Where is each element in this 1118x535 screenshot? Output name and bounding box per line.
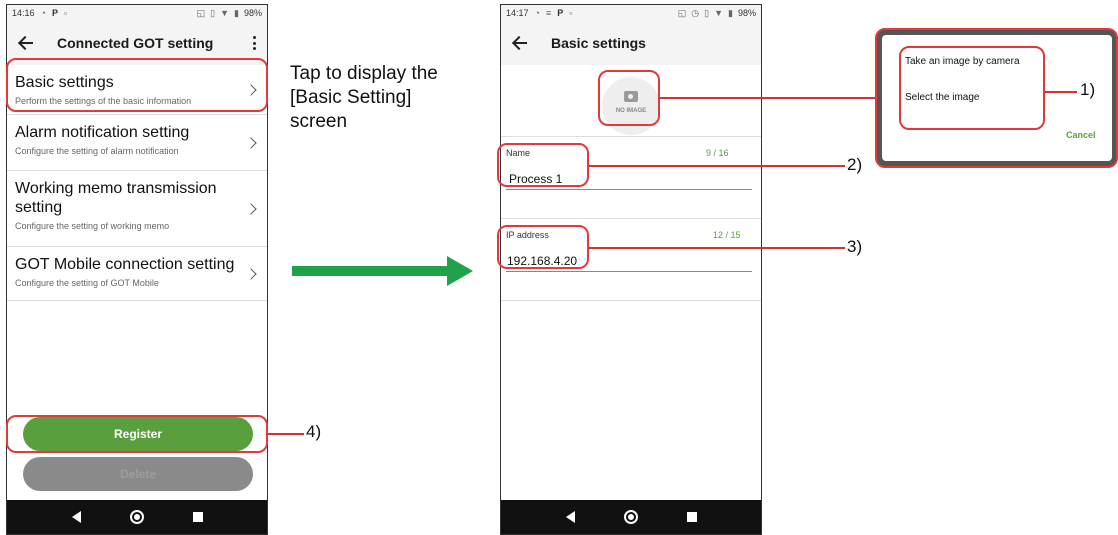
message-icon: ≡: [545, 8, 552, 18]
label-2: 2): [847, 155, 863, 174]
nav-home-icon[interactable]: [129, 510, 144, 524]
status-time: 14:17: [506, 8, 529, 18]
nav-back-icon[interactable]: [565, 511, 575, 523]
transition-arrow-head: [447, 256, 473, 286]
item-desc: Configure the setting of alarm notificat…: [15, 146, 179, 156]
back-arrow-icon[interactable]: [17, 34, 35, 52]
leader-line-2: [589, 165, 845, 167]
label-4: 4): [306, 422, 322, 441]
status-bar: 14:16 ◔ P ▫ ◱ ▯ ▼ ▮ 98%: [7, 5, 267, 21]
callout-dialog-frame: [875, 28, 1118, 168]
nav-recent-icon[interactable]: [686, 512, 697, 522]
leader-line-4: [268, 433, 304, 435]
item-title: GOT Mobile connection setting: [15, 256, 235, 273]
chevron-right-icon: [245, 267, 257, 280]
callout-basic-settings: [6, 58, 268, 112]
tap-note-line-1: Tap to display the: [290, 63, 438, 84]
chevron-right-icon: [245, 136, 257, 149]
item-title: Alarm notification setting: [15, 124, 190, 141]
nav-back-icon[interactable]: [71, 511, 81, 523]
page-title: Basic settings: [551, 35, 646, 51]
signal-icon: ▼: [220, 8, 230, 18]
callout-register: [6, 415, 268, 453]
tap-note-line-2: [Basic Setting]: [290, 87, 412, 108]
wifi-calling-icon: ◔: [40, 8, 46, 18]
item-title: Working memo transmission setting: [15, 180, 217, 216]
tap-note: Tap to display the [Basic Setting] scree…: [290, 62, 438, 134]
android-nav-bar: [7, 500, 267, 534]
battery-level: 98%: [737, 8, 756, 18]
list-item-alarm-notification[interactable]: Alarm notification setting Configure the…: [7, 115, 267, 171]
delete-button[interactable]: Delete: [23, 457, 253, 491]
p-icon: P: [557, 8, 564, 18]
leader-line-1: [660, 97, 878, 99]
name-char-count: 9 / 16: [706, 148, 729, 158]
callout-ip: [497, 225, 589, 269]
battery-icon: ▮: [728, 7, 733, 18]
leader-line-3: [589, 247, 845, 249]
label-3: 3): [847, 237, 863, 256]
android-nav-bar: [501, 500, 761, 534]
back-arrow-icon[interactable]: [511, 34, 529, 52]
battery-icon: ▮: [234, 7, 239, 18]
cast-icon: ◱: [677, 7, 687, 18]
vibrate-icon: ▯: [210, 7, 216, 18]
callout-image: [598, 70, 660, 126]
p-icon: P: [51, 8, 58, 18]
status-time: 14:16: [12, 8, 35, 18]
callout-name: [497, 143, 589, 187]
name-underline: [506, 189, 752, 190]
nav-home-icon[interactable]: [623, 510, 638, 524]
alarm-icon: ◷: [691, 7, 700, 18]
cast-icon: ◱: [196, 7, 206, 18]
vibrate-icon: ▯: [704, 7, 710, 18]
battery-level: 98%: [243, 8, 262, 18]
app-bar: Basic settings: [501, 21, 761, 65]
item-desc: Configure the setting of GOT Mobile: [15, 278, 159, 288]
tap-note-line-3: screen: [290, 111, 348, 132]
signal-icon: ▼: [714, 8, 724, 18]
nav-recent-icon[interactable]: [192, 512, 203, 522]
transition-arrow: [292, 266, 447, 276]
list-item-working-memo[interactable]: Working memo transmission setting Config…: [7, 171, 267, 247]
status-bar: 14:17 ◔ ≡ P ▫ ◱ ◷ ▯ ▼ ▮ 98%: [501, 5, 761, 21]
ip-char-count: 12 / 15: [713, 230, 741, 240]
more-options-icon[interactable]: [253, 36, 257, 50]
notification-icon: ▫: [569, 8, 573, 18]
wifi-calling-icon: ◔: [534, 8, 540, 18]
item-desc: Configure the setting of working memo: [15, 221, 170, 231]
notification-icon: ▫: [63, 8, 68, 18]
ip-underline: [506, 271, 752, 272]
list-item-got-mobile[interactable]: GOT Mobile connection setting Configure …: [7, 247, 267, 301]
page-title: Connected GOT setting: [57, 35, 214, 51]
chevron-right-icon: [245, 202, 257, 215]
